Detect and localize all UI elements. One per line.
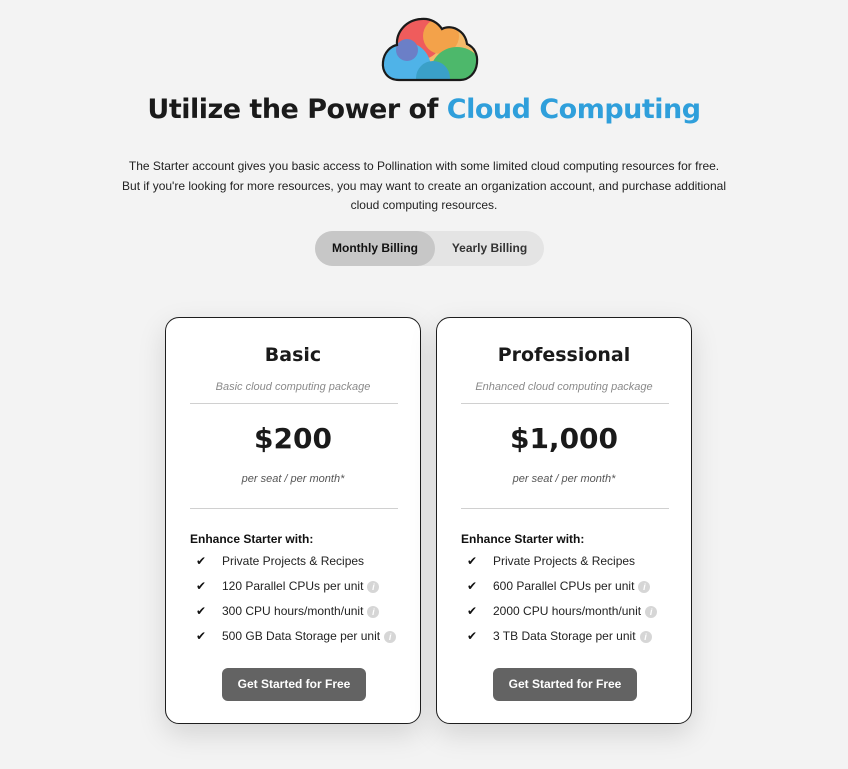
plan-period: per seat / per month* — [512, 473, 616, 485]
check-icon: ✔ — [196, 629, 207, 643]
plan-price: $200 — [254, 422, 332, 455]
title-prefix: Utilize the Power of — [147, 94, 438, 125]
feature-text: 2000 CPU hours/month/unit — [493, 604, 642, 618]
intro-text: The Starter account gives you basic acce… — [122, 159, 726, 212]
feature-item: ✔ 120 Parallel CPUs per unit i — [190, 576, 405, 601]
feature-item: ✔ Private Projects & Recipes — [461, 551, 676, 576]
check-icon: ✔ — [196, 604, 207, 618]
feature-item: ✔ Private Projects & Recipes — [190, 551, 405, 576]
plan-subtitle: Enhanced cloud computing package — [475, 381, 653, 393]
title-accent: Cloud Computing — [446, 94, 701, 125]
feature-item: ✔ 300 CPU hours/month/unit i — [190, 601, 405, 626]
feature-item: ✔ 3 TB Data Storage per unit i — [461, 626, 676, 651]
get-started-button[interactable]: Get Started for Free — [493, 668, 637, 701]
feature-list: ✔ Private Projects & Recipes ✔ 120 Paralle… — [190, 551, 405, 651]
info-icon[interactable]: i — [638, 580, 651, 593]
plan-card-professional: Professional Enhanced cloud computing pa… — [436, 317, 692, 724]
enhance-label: Enhance Starter with: — [461, 532, 585, 546]
divider — [461, 508, 669, 509]
yearly-billing-button[interactable]: Yearly Billing — [435, 231, 544, 266]
info-icon[interactable]: i — [384, 630, 397, 643]
divider — [461, 403, 669, 404]
plan-name: Professional — [497, 344, 631, 366]
divider — [190, 508, 398, 509]
plan-name: Basic — [264, 344, 322, 366]
check-icon: ✔ — [467, 554, 478, 568]
cloud-logo-icon — [381, 17, 479, 82]
feature-text: 120 Parallel CPUs per unit — [222, 579, 364, 593]
enhance-label: Enhance Starter with: — [190, 532, 314, 546]
feature-list: ✔ Private Projects & Recipes ✔ 600 Paralle… — [461, 551, 676, 651]
info-icon[interactable]: i — [645, 605, 658, 618]
info-icon[interactable]: i — [367, 580, 380, 593]
feature-text: 600 Parallel CPUs per unit — [493, 579, 635, 593]
page-title: Utilize the Power of Cloud Computing — [0, 94, 848, 125]
feature-item: ✔ 500 GB Data Storage per unit i — [190, 626, 405, 651]
plan-price: $1,000 — [509, 422, 619, 455]
plan-card-basic: Basic Basic cloud computing package $200… — [165, 317, 421, 724]
feature-text: Private Projects & Recipes — [222, 554, 365, 568]
feature-item: ✔ 2000 CPU hours/month/unit i — [461, 601, 676, 626]
plan-period: per seat / per month* — [241, 473, 345, 485]
monthly-billing-button[interactable]: Monthly Billing — [315, 231, 435, 266]
feature-text: 500 GB Data Storage per unit — [222, 629, 381, 643]
check-icon: ✔ — [467, 579, 478, 593]
check-icon: ✔ — [467, 629, 478, 643]
pricing-page: Utilize the Power of Cloud Computing The… — [0, 0, 848, 769]
plan-subtitle: Basic cloud computing package — [215, 381, 371, 393]
billing-toggle: Monthly Billing Yearly Billing — [315, 231, 544, 266]
check-icon: ✔ — [467, 604, 478, 618]
check-icon: ✔ — [196, 554, 207, 568]
info-icon[interactable]: i — [639, 630, 652, 643]
check-icon: ✔ — [196, 579, 207, 593]
feature-item: ✔ 600 Parallel CPUs per unit i — [461, 576, 676, 601]
feature-text: 3 TB Data Storage per unit — [493, 629, 636, 643]
divider — [190, 403, 398, 404]
get-started-button[interactable]: Get Started for Free — [222, 668, 366, 701]
feature-text: Private Projects & Recipes — [493, 554, 636, 568]
info-icon[interactable]: i — [367, 605, 380, 618]
feature-text: 300 CPU hours/month/unit — [222, 604, 364, 618]
